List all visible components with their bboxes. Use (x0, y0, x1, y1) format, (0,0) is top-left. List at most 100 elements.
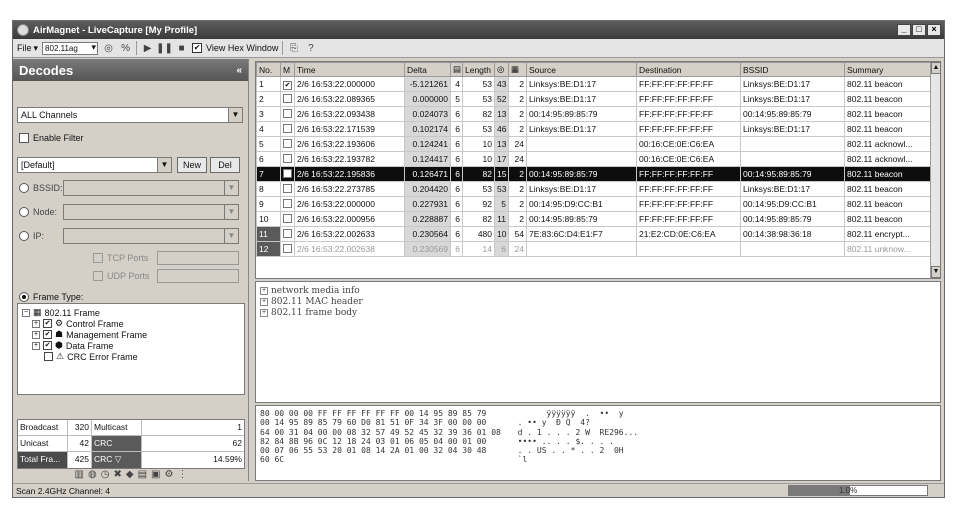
checkbox-checked-icon[interactable]: ✔ (43, 341, 52, 350)
column-time[interactable]: Time (294, 62, 405, 77)
mark-checkbox-icon[interactable]: ✔ (283, 80, 292, 90)
tree-item-crc-error-frame[interactable]: ⚠ CRC Error Frame (22, 351, 240, 362)
scroll-up-icon[interactable]: ▲ (931, 62, 940, 74)
table-row[interactable]: 2 2/6 16:53:22.089365 0.000000 5 53 52 2 Linksy… (256, 91, 933, 107)
new-filter-button[interactable]: New (177, 157, 207, 173)
export-icon[interactable]: ⎘ (287, 42, 300, 55)
node-select[interactable]: ▼ (63, 204, 239, 220)
view-hex-checkbox[interactable]: ✔ (192, 43, 203, 53)
mark-checkbox-icon[interactable] (283, 213, 292, 223)
minimize-button[interactable]: _ (897, 24, 911, 36)
column-length[interactable]: Length (462, 62, 495, 77)
table-row[interactable]: 12 2/6 16:53:22.002638 0.230569 6 14 6 24 802.1… (256, 241, 933, 257)
help-icon[interactable]: ? (304, 42, 317, 55)
table-row[interactable]: 11 2/6 16:53:22.002633 0.230564 6 480 10 54 7E:… (256, 226, 933, 242)
udp-ports-checkbox[interactable]: UDP Ports (93, 271, 149, 281)
settings-icon[interactable]: ⚙ (164, 469, 173, 483)
decodes-icon[interactable]: ▤ (138, 469, 147, 483)
collapse-icon[interactable]: « (236, 65, 242, 76)
file-menu[interactable]: File ▾ (17, 43, 38, 54)
maximize-button[interactable]: □ (912, 24, 926, 36)
frame-type-radio[interactable]: Frame Type: (19, 292, 83, 302)
tcp-ports-field[interactable] (157, 251, 239, 265)
table-row[interactable]: 6 2/6 16:53:22.193782 0.124417 6 10 17 24 00:16… (256, 151, 933, 167)
checkbox-empty-icon[interactable] (44, 352, 53, 361)
table-row[interactable]: 10 2/6 16:53:22.000956 0.228887 6 82 11 2 00:14… (256, 211, 933, 227)
mark-checkbox[interactable] (280, 151, 295, 167)
ip-select[interactable]: ▼ (63, 228, 239, 244)
table-row[interactable]: 4 2/6 16:53:22.171539 0.102174 6 53 46 2 Linksy… (256, 121, 933, 137)
hex-bytes[interactable]: 80 00 00 00 FF FF FF FF FF FF 00 14 95 8… (260, 409, 501, 477)
column-summary[interactable]: Summary (844, 62, 933, 77)
mark-checkbox[interactable] (280, 241, 295, 257)
expand-icon[interactable]: + (260, 286, 268, 295)
bssid-radio[interactable]: BSSID: (19, 183, 63, 193)
close-button[interactable]: × (927, 24, 941, 36)
protocol-select[interactable]: 802.11ag (42, 41, 99, 55)
column-channel-icon[interactable]: ▤ (450, 62, 463, 77)
detail-mac-header[interactable]: + 802.11 MAC header (260, 296, 936, 307)
crc-percent-label[interactable]: CRC ▽ (92, 452, 142, 468)
filter-profile-select[interactable]: [Default] ▼ (17, 157, 172, 173)
column-signal-icon[interactable]: ◎ (494, 62, 509, 77)
mark-checkbox-icon[interactable] (283, 138, 292, 148)
column-flags-icon[interactable]: ▦ (508, 62, 527, 77)
mark-checkbox-icon[interactable] (283, 153, 292, 163)
mark-checkbox[interactable] (280, 226, 295, 242)
expand-icon[interactable]: + (32, 319, 40, 328)
detail-frame-body[interactable]: + 802.11 frame body (260, 307, 936, 318)
column-no[interactable]: No. (256, 62, 281, 77)
mark-checkbox-icon[interactable] (283, 183, 292, 193)
mark-checkbox[interactable] (280, 196, 295, 212)
table-row[interactable]: 7 2/6 16:53:22.195836 0.126471 6 82 15 2 00:14:… (256, 166, 933, 182)
mark-checkbox[interactable] (280, 91, 295, 107)
infrastructure-icon[interactable]: ◍ (88, 469, 97, 483)
table-row[interactable]: 1 ✔ 2/6 16:53:22.000000 -5.121261 4 53 43 2 Link… (256, 76, 933, 92)
mark-checkbox-icon[interactable] (283, 228, 292, 238)
bssid-select[interactable]: ▼ (63, 180, 239, 196)
tree-item-802-11-frame[interactable]: − ▦ 802.11 Frame (22, 307, 240, 318)
tree-item-data-frame[interactable]: + ✔ ⬢ Data Frame (22, 340, 240, 351)
hex-ascii[interactable]: ÿÿÿÿÿÿ . •• y . •• y Ð Q 4? d . 1 . . . … (513, 409, 638, 477)
table-row[interactable]: 8 2/6 16:53:22.273785 0.204420 6 53 53 2 Linksy… (256, 181, 933, 197)
mark-checkbox[interactable] (280, 166, 295, 182)
pause-icon[interactable]: ❚❚ (156, 42, 173, 55)
chart-icon[interactable]: ▥ (75, 469, 84, 483)
expand-icon[interactable]: + (32, 341, 40, 350)
percent-icon[interactable]: % (119, 42, 132, 55)
column-bssid[interactable]: BSSID (740, 62, 845, 77)
udp-ports-field[interactable] (157, 269, 239, 283)
mark-checkbox[interactable] (280, 136, 295, 152)
checkbox-checked-icon[interactable]: ✔ (43, 319, 52, 328)
mark-checkbox[interactable] (280, 121, 295, 137)
mark-checkbox[interactable]: ✔ (280, 76, 295, 92)
table-row[interactable]: 3 2/6 16:53:22.093438 0.024073 6 82 13 2 00:14:… (256, 106, 933, 122)
expand-icon[interactable]: + (260, 297, 268, 306)
reports-icon[interactable]: ▣ (151, 469, 160, 483)
stop-icon[interactable]: ■ (175, 42, 188, 55)
table-row[interactable]: 9 2/6 16:53:22.000000 0.227931 6 92 5 2 00:14:9… (256, 196, 933, 212)
expand-icon[interactable]: + (32, 330, 40, 339)
mark-checkbox-icon[interactable] (283, 108, 292, 118)
column-delta[interactable]: Delta (404, 62, 451, 77)
more-icon[interactable]: ⋮ (177, 469, 187, 483)
ip-radio[interactable]: IP: (19, 231, 44, 241)
checkbox-checked-icon[interactable]: ✔ (43, 330, 52, 339)
collapse-icon[interactable]: − (22, 308, 30, 317)
mark-checkbox-icon[interactable] (283, 168, 292, 178)
tree-item-control-frame[interactable]: + ✔ ⚙ Control Frame (22, 318, 240, 329)
column-destination[interactable]: Destination (636, 62, 741, 77)
channel-icon[interactable]: ◎ (102, 42, 115, 55)
shield-icon[interactable]: ◆ (126, 469, 134, 483)
expand-icon[interactable]: + (260, 308, 268, 317)
mark-checkbox[interactable] (280, 211, 295, 227)
column-m[interactable]: M (280, 62, 295, 77)
channel-select[interactable]: ALL Channels ▼ (17, 107, 243, 123)
scroll-down-icon[interactable]: ▼ (931, 266, 940, 278)
mark-checkbox-icon[interactable] (283, 198, 292, 208)
mark-checkbox[interactable] (280, 181, 295, 197)
table-row[interactable]: 5 2/6 16:53:22.193606 0.124241 6 10 13 24 00:16… (256, 136, 933, 152)
enable-filter-checkbox[interactable]: Enable Filter (19, 133, 84, 143)
detail-network-media-info[interactable]: + network media info (260, 285, 936, 296)
mark-checkbox-icon[interactable] (283, 93, 292, 103)
